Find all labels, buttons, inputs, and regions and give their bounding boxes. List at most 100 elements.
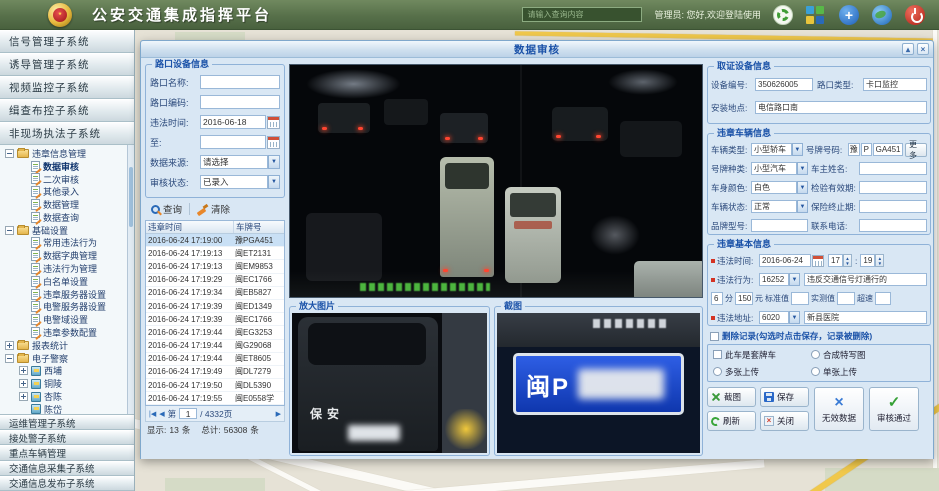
table-row[interactable]: 2016-06-24 17:19:50 闽DL5390 <box>146 379 284 392</box>
approve-button[interactable]: ✓ 审核通过 <box>869 387 919 431</box>
search-input[interactable] <box>522 7 642 22</box>
hour-input[interactable]: 17 <box>828 254 843 267</box>
tree-item[interactable]: 数据管理 <box>0 198 134 211</box>
composite-radio[interactable] <box>811 350 820 359</box>
insurance-input[interactable] <box>859 200 927 213</box>
chevron-down-icon[interactable]: ▼ <box>789 273 800 286</box>
prev-page-icon[interactable]: ◀ <box>159 410 164 418</box>
sidebar-section-button[interactable]: 信号管理子系统 <box>0 30 134 53</box>
delete-record-option[interactable]: 删除记录(勾选时点击保存，记录被删除) <box>707 330 931 342</box>
tree-expander-icon[interactable] <box>5 341 14 350</box>
globe-icon[interactable] <box>872 5 892 25</box>
tree-expander-icon[interactable] <box>5 354 14 363</box>
brand-input[interactable] <box>751 219 808 232</box>
sidebar-section-button[interactable]: 运维管理子系统 <box>0 415 134 430</box>
invalid-data-button[interactable]: × 无效数据 <box>814 387 864 431</box>
chevron-down-icon[interactable]: ▼ <box>792 143 803 156</box>
close-icon[interactable]: × <box>917 43 929 55</box>
tree-item[interactable]: 二次审核 <box>0 173 134 186</box>
table-row[interactable]: 2016-06-24 17:19:39 闽EC1766 <box>146 313 284 326</box>
table-row[interactable]: 2016-06-24 17:19:00 豫PGA451 <box>146 234 284 247</box>
install-location-input[interactable]: 电信路口南 <box>755 101 927 114</box>
violation-date-input[interactable]: 2016-06-24 <box>759 254 811 267</box>
tree-item[interactable]: 常用违法行为 <box>0 237 134 250</box>
clear-button[interactable]: 清除 <box>197 202 230 216</box>
fine-input[interactable]: 150 <box>735 292 753 305</box>
standard-input[interactable] <box>791 292 809 305</box>
tree-item[interactable]: 数据审核 <box>0 160 134 173</box>
table-row[interactable]: 2016-06-24 17:19:49 闽DL7279 <box>146 366 284 379</box>
phone-input[interactable] <box>859 219 927 232</box>
behavior-code-select[interactable]: 16252 <box>759 273 789 286</box>
refresh-button[interactable]: 刷新 <box>707 411 756 431</box>
hour-stepper[interactable] <box>843 254 852 267</box>
to-time-input[interactable] <box>200 135 266 149</box>
inspection-input[interactable] <box>859 181 927 194</box>
plate-kind-select[interactable]: 小型汽车 <box>751 162 797 175</box>
col-violation-time[interactable]: 违章时间 <box>146 221 234 233</box>
tree-item[interactable]: 数据字典管理 <box>0 249 134 262</box>
sidebar-section-button[interactable]: 重点车辆管理 <box>0 445 134 460</box>
sidebar-section-button[interactable]: 接处警子系统 <box>0 430 134 445</box>
col-plate[interactable]: 车牌号 <box>234 221 284 233</box>
multi-upload-radio[interactable] <box>713 367 722 376</box>
delete-record-checkbox[interactable] <box>710 332 719 341</box>
table-row[interactable]: 2016-06-24 17:19:44 闽G29068 <box>146 340 284 353</box>
tree-expander-icon[interactable] <box>5 226 14 235</box>
address-code-select[interactable]: 6020 <box>759 311 789 324</box>
tree-expander-icon[interactable] <box>19 366 28 375</box>
table-row[interactable]: 2016-06-24 17:19:34 闽EB5827 <box>146 287 284 300</box>
tree-item[interactable]: 陈岱 <box>0 403 134 415</box>
tree-item[interactable]: 违章信息管理 <box>0 147 134 160</box>
sidebar-section-button[interactable]: 交通信息发布子系统 <box>0 476 134 491</box>
power-icon[interactable] <box>905 5 925 25</box>
tree-item[interactable]: 铜陵 <box>0 377 134 390</box>
vehicle-type-select[interactable]: 小型轿车 <box>751 143 792 156</box>
tree-item[interactable]: 白名单设置 <box>0 275 134 288</box>
tree-expander-icon[interactable] <box>19 379 28 388</box>
tree-expander-icon[interactable] <box>19 392 28 401</box>
behavior-desc-input[interactable]: 违反交通信号灯通行的 <box>804 273 927 286</box>
calendar-icon[interactable] <box>267 136 280 149</box>
sidebar-section-button[interactable]: 非现场执法子系统 <box>0 122 134 145</box>
points-input[interactable]: 6 <box>711 292 723 305</box>
add-icon[interactable]: + <box>839 5 859 25</box>
dialog-titlebar[interactable]: 数据审核 ▴ × <box>141 41 933 58</box>
first-page-icon[interactable]: |◀ <box>149 410 156 418</box>
table-row[interactable]: 2016-06-24 17:19:44 闽ET8605 <box>146 353 284 366</box>
chevron-down-icon[interactable]: ▼ <box>797 181 808 194</box>
minute-stepper[interactable] <box>875 254 884 267</box>
calendar-icon[interactable] <box>812 255 824 267</box>
query-button[interactable]: 查询 <box>151 202 182 216</box>
chevron-down-icon[interactable]: ▼ <box>268 175 280 189</box>
sidebar-section-button[interactable]: 交通信息采集子系统 <box>0 461 134 476</box>
table-row[interactable]: 2016-06-24 17:19:13 闽ET2131 <box>146 247 284 260</box>
recycle-icon[interactable] <box>773 5 793 25</box>
save-button[interactable]: 保存 <box>760 387 809 407</box>
chevron-down-icon[interactable]: ▼ <box>268 155 280 169</box>
more-button[interactable]: 更多 <box>905 143 927 157</box>
page-input[interactable] <box>179 408 197 419</box>
chevron-down-icon[interactable]: ▼ <box>797 162 808 175</box>
tree-item[interactable]: 西埔 <box>0 365 134 378</box>
snapshot-button[interactable]: 截图 <box>707 387 756 407</box>
tree-item[interactable]: 其他录入 <box>0 185 134 198</box>
minute-input[interactable]: 19 <box>860 254 875 267</box>
address-input[interactable]: 新县医院 <box>804 311 927 324</box>
data-source-select[interactable]: 请选择 <box>200 155 268 169</box>
overspeed-input[interactable] <box>875 292 891 305</box>
tree-scrollbar[interactable] <box>127 145 134 414</box>
single-upload-radio[interactable] <box>811 367 820 376</box>
tree-item[interactable]: 违章服务器设置 <box>0 288 134 301</box>
tree-item[interactable]: 杏陈 <box>0 390 134 403</box>
tree-item[interactable]: 基础设置 <box>0 224 134 237</box>
sidebar-section-button[interactable]: 缉查布控子系统 <box>0 99 134 122</box>
measured-input[interactable] <box>837 292 855 305</box>
device-no-input[interactable]: 350626005 <box>755 78 813 91</box>
tree-item[interactable]: 电警服务器设置 <box>0 301 134 314</box>
table-row[interactable]: 2016-06-24 17:19:13 闽EM9853 <box>146 260 284 273</box>
vehicle-status-select[interactable]: 正常 <box>751 200 797 213</box>
crossing-type-input[interactable]: 卡口监控 <box>863 78 927 91</box>
crossing-name-input[interactable] <box>200 75 280 89</box>
tree-item[interactable]: 电子警察 <box>0 352 134 365</box>
